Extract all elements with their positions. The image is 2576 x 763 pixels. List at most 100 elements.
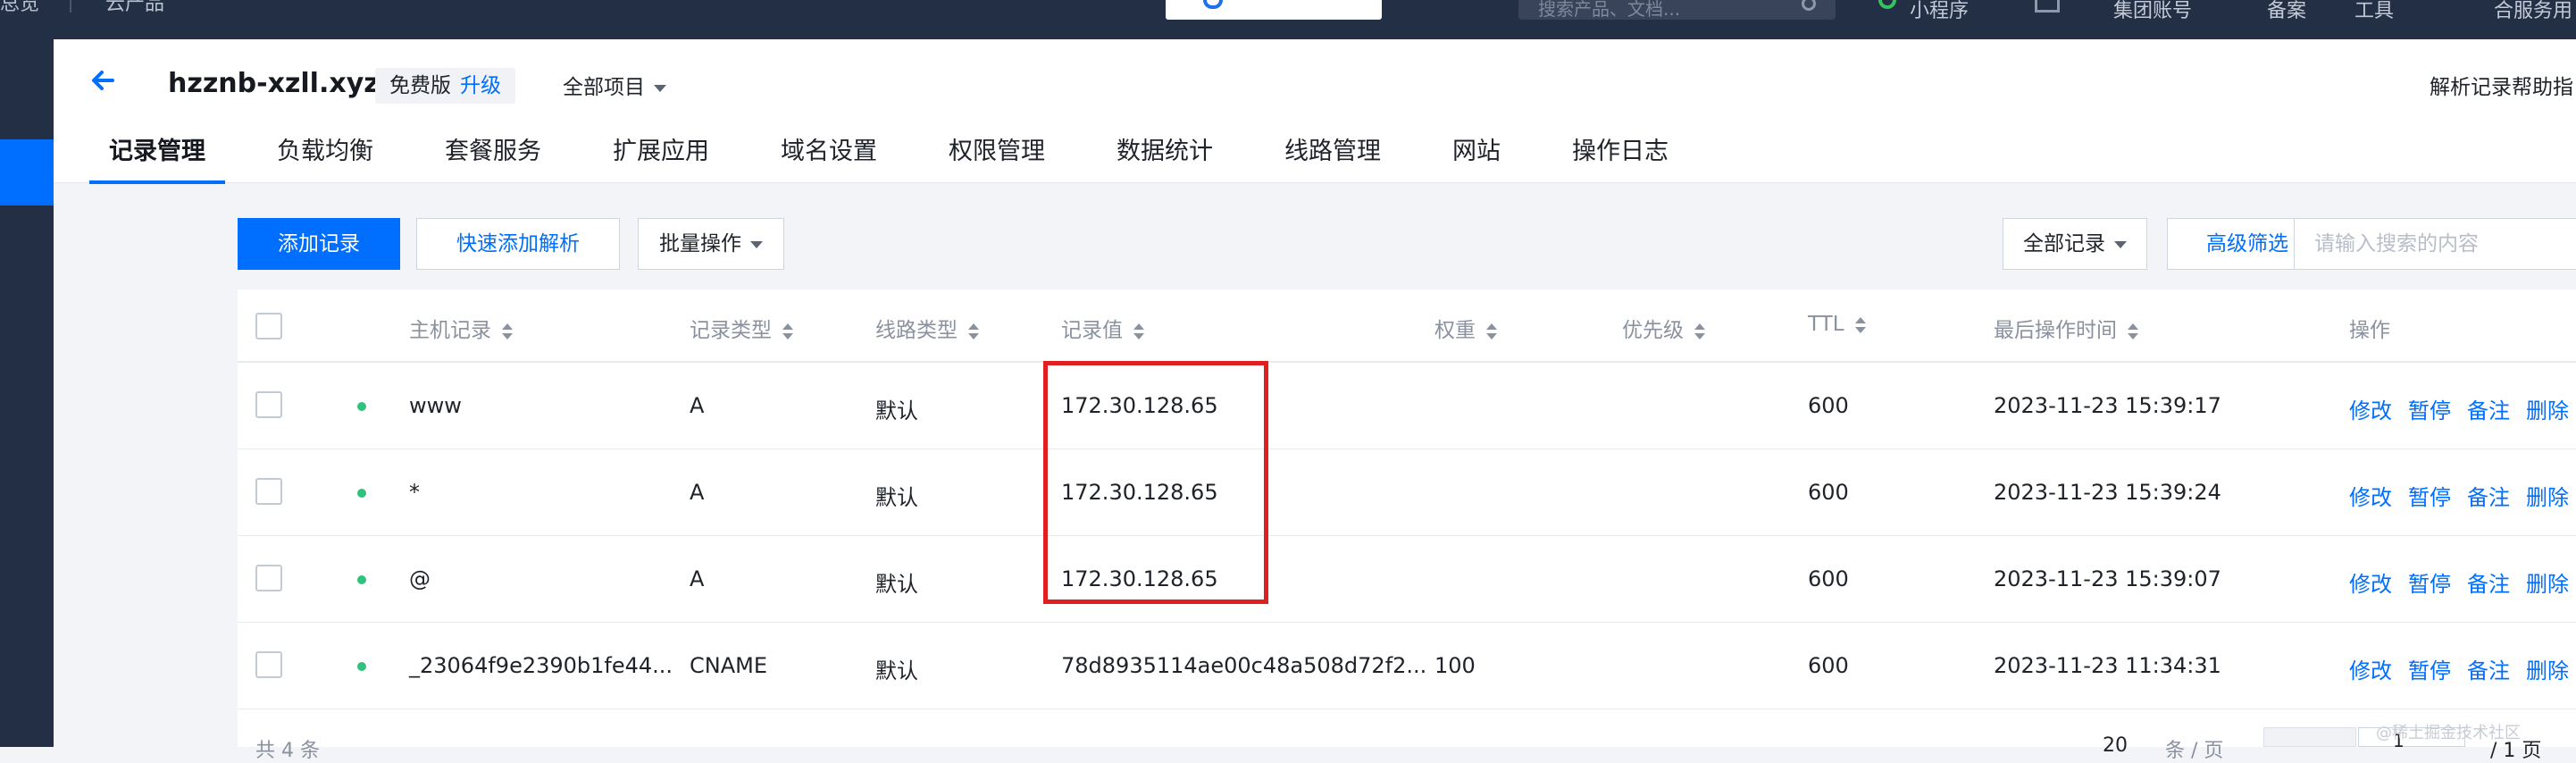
- cell-type: CNAME: [690, 653, 767, 678]
- col-ttl-label: TTL: [1808, 313, 1844, 336]
- page-header: hzznb-xzll.xyz 免费版 升级 全部项目 解析记录帮助指 记录管理 负…: [54, 39, 2576, 184]
- nav-icp-filing[interactable]: 备案: [2267, 0, 2306, 23]
- tab-domain-settings[interactable]: 域名设置: [761, 134, 897, 182]
- pause-link[interactable]: 暂停: [2408, 485, 2451, 510]
- page-size-select[interactable]: 20: [2103, 734, 2128, 757]
- pause-link[interactable]: 暂停: [2408, 658, 2451, 683]
- col-ttl[interactable]: TTL: [1808, 313, 1866, 336]
- tab-load-balancing[interactable]: 负载均衡: [257, 134, 393, 182]
- nav-products-link[interactable]: 云产品: [105, 0, 164, 14]
- cell-type: A: [690, 393, 705, 418]
- row-checkbox[interactable]: [255, 565, 282, 591]
- status-enabled-icon: [357, 489, 366, 498]
- search-icon[interactable]: [1802, 0, 1816, 11]
- delete-link[interactable]: 删除: [2526, 658, 2569, 683]
- remark-link[interactable]: 备注: [2467, 572, 2510, 597]
- status-enabled-icon: [357, 662, 366, 671]
- tab-record-management[interactable]: 记录管理: [89, 134, 225, 184]
- pager-prev-buttons[interactable]: [2263, 727, 2356, 747]
- col-priority[interactable]: 优先级: [1622, 313, 1705, 343]
- console-logo[interactable]: [1166, 0, 1382, 20]
- col-weight-label: 权重: [1434, 319, 1476, 342]
- nav-mini-program[interactable]: 小程序: [1910, 0, 1969, 23]
- cell-line: 默认: [875, 398, 918, 423]
- row-actions: 修改 暂停 备注 删除: [2349, 653, 2576, 684]
- delete-link[interactable]: 删除: [2526, 398, 2569, 423]
- edit-link[interactable]: 修改: [2349, 572, 2392, 597]
- remark-link[interactable]: 备注: [2467, 398, 2510, 423]
- col-line[interactable]: 线路类型: [875, 313, 979, 343]
- tab-plan-service[interactable]: 套餐服务: [425, 134, 561, 182]
- highlight-box: [1043, 361, 1268, 604]
- record-search-input[interactable]: 请输入搜索的内容: [2294, 218, 2576, 270]
- cell-host: *: [409, 480, 420, 505]
- batch-operation-label: 批量操作: [659, 232, 741, 256]
- sort-icon[interactable]: [1486, 323, 1497, 340]
- cell-line: 默认: [875, 485, 918, 510]
- col-last-modified[interactable]: 最后操作时间: [1994, 313, 2138, 343]
- sidebar-item-active[interactable]: [0, 139, 54, 205]
- project-selector[interactable]: 全部项目: [563, 70, 666, 100]
- cell-host: @: [409, 566, 431, 591]
- delete-link[interactable]: 删除: [2526, 485, 2569, 510]
- tab-statistics[interactable]: 数据统计: [1097, 134, 1233, 182]
- upgrade-link[interactable]: 升级: [460, 74, 501, 97]
- nav-services[interactable]: 合服务用: [2494, 0, 2572, 23]
- col-weight[interactable]: 权重: [1434, 313, 1497, 343]
- row-checkbox[interactable]: [255, 478, 282, 505]
- row-checkbox[interactable]: [255, 391, 282, 418]
- table-row: _23064f9e2390b1fe44... CNAME 默认 78d89351…: [238, 623, 2576, 709]
- nav-overview-link[interactable]: 总览: [0, 0, 39, 14]
- edit-link[interactable]: 修改: [2349, 485, 2392, 510]
- col-actions: 操作: [2349, 319, 2390, 342]
- sort-icon[interactable]: [968, 323, 979, 340]
- back-arrow-icon[interactable]: [86, 63, 121, 98]
- col-value[interactable]: 记录值: [1061, 313, 1144, 343]
- nav-group-account[interactable]: 集团账号: [2113, 0, 2192, 23]
- pause-link[interactable]: 暂停: [2408, 572, 2451, 597]
- cell-time: 2023-11-23 11:34:31: [1994, 653, 2221, 678]
- tab-extensions[interactable]: 扩展应用: [593, 134, 729, 182]
- sort-icon[interactable]: [1694, 323, 1705, 340]
- row-checkbox[interactable]: [255, 651, 282, 678]
- sort-icon[interactable]: [2128, 323, 2138, 340]
- quick-add-button[interactable]: 快速添加解析: [416, 218, 620, 270]
- tab-line-management[interactable]: 线路管理: [1265, 134, 1401, 182]
- cell-ttl: 600: [1808, 653, 1849, 678]
- col-type[interactable]: 记录类型: [690, 313, 793, 343]
- status-enabled-icon: [357, 402, 366, 411]
- cell-type: A: [690, 566, 705, 591]
- project-selector-label: 全部项目: [563, 76, 645, 99]
- nav-tools[interactable]: 工具: [2354, 0, 2394, 23]
- global-search-input[interactable]: 搜索产品、文档...: [1518, 0, 1836, 20]
- col-value-label: 记录值: [1061, 319, 1123, 342]
- select-all-checkbox[interactable]: [255, 313, 282, 340]
- cell-ttl: 600: [1808, 566, 1849, 591]
- remark-link[interactable]: 备注: [2467, 658, 2510, 683]
- sort-icon[interactable]: [1854, 316, 1866, 333]
- col-line-label: 线路类型: [875, 319, 958, 342]
- remark-link[interactable]: 备注: [2467, 485, 2510, 510]
- edit-link[interactable]: 修改: [2349, 398, 2392, 423]
- record-filter-dropdown[interactable]: 全部记录: [2003, 218, 2147, 270]
- add-record-button[interactable]: 添加记录: [238, 218, 400, 270]
- sort-icon[interactable]: [1133, 323, 1144, 340]
- delete-link[interactable]: 删除: [2526, 572, 2569, 597]
- sort-icon[interactable]: [782, 323, 793, 340]
- pause-link[interactable]: 暂停: [2408, 398, 2451, 423]
- cell-ttl: 600: [1808, 480, 1849, 505]
- cell-host: _23064f9e2390b1fe44...: [409, 653, 673, 678]
- help-link[interactable]: 解析记录帮助指: [2430, 70, 2573, 100]
- edit-link[interactable]: 修改: [2349, 658, 2392, 683]
- batch-operation-dropdown[interactable]: 批量操作: [638, 218, 784, 270]
- sort-icon[interactable]: [502, 323, 513, 340]
- cell-line: 默认: [875, 658, 918, 683]
- plan-badge: 免费版 升级: [375, 68, 515, 104]
- tab-permissions[interactable]: 权限管理: [929, 134, 1065, 182]
- tab-website[interactable]: 网站: [1433, 134, 1520, 182]
- cell-time: 2023-11-23 15:39:07: [1994, 566, 2221, 591]
- col-host[interactable]: 主机记录: [409, 313, 513, 343]
- table-row: @ A 默认 172.30.128.65 600 2023-11-23 15:3…: [238, 536, 2576, 623]
- table-row: www A 默认 172.30.128.65 600 2023-11-23 15…: [238, 363, 2576, 449]
- tab-operation-log[interactable]: 操作日志: [1552, 134, 1688, 182]
